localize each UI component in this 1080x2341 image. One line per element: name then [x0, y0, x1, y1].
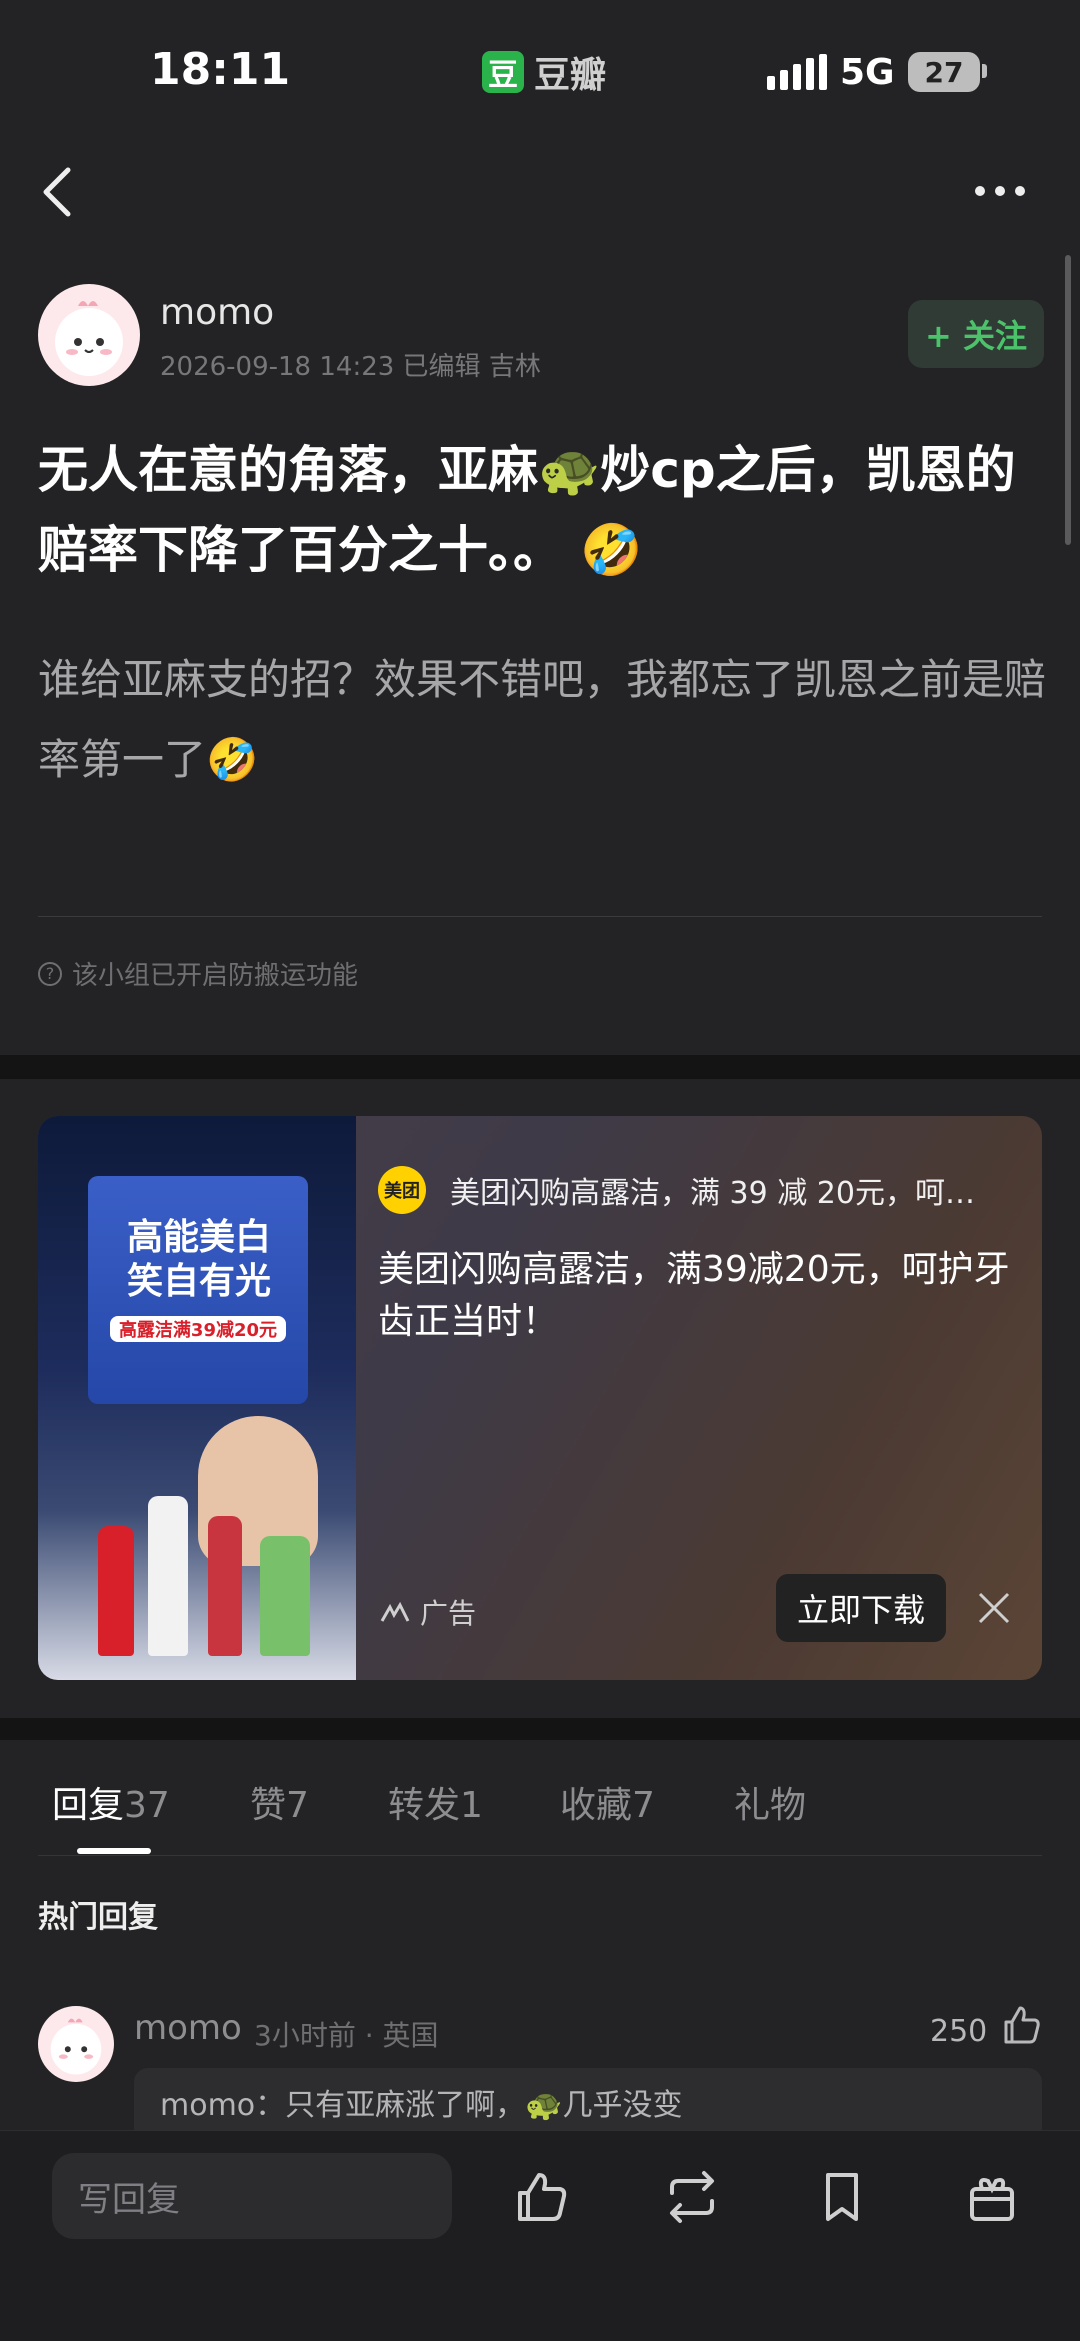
status-app-name: 豆瓣 [534, 55, 607, 96]
ad-mark-icon [380, 1601, 410, 1622]
mouthwash-bottle [260, 1536, 310, 1656]
divider [38, 916, 1042, 917]
tab-likes[interactable]: 赞7 [250, 1776, 309, 1828]
tab-label: 回复 [52, 1785, 125, 1826]
avatar-illustration [55, 301, 123, 376]
toothpaste-white [148, 1496, 188, 1656]
hot-replies-title: 热门回复 [38, 1900, 158, 1935]
section-separator [0, 1718, 1080, 1740]
tab-label: 赞 [250, 1785, 287, 1826]
reply-avatar[interactable] [38, 2006, 114, 2082]
reply-author[interactable]: momo [134, 2008, 242, 2048]
author-name[interactable]: momo [160, 292, 274, 333]
status-time: 18:11 [150, 44, 291, 95]
battery-tip [982, 64, 987, 78]
ad-poster-title: 高能美白 笑自有光 [126, 1217, 271, 1302]
ad-headline[interactable]: 美团闪购高露洁，满39减20元，呵护牙齿正当时！ [378, 1244, 1018, 1348]
tab-count: 7 [286, 1785, 309, 1826]
chevron-left-icon[interactable] [34, 162, 84, 222]
ad-card[interactable]: 高能美白 笑自有光 高露洁满39减20元 美团 美团闪购高露洁，满 39 减 2… [38, 1116, 1042, 1680]
reply-like-count: 250 [930, 2014, 988, 2049]
question-circle-icon[interactable]: ? [38, 961, 62, 986]
battery-icon: 27 [908, 52, 980, 92]
divider [38, 1855, 1042, 1856]
tab-count: 7 [632, 1785, 655, 1826]
meituan-logo-icon: 美团 [378, 1166, 426, 1214]
scrollbar[interactable] [1065, 255, 1071, 545]
repost-icon[interactable] [662, 2167, 722, 2227]
status-app-indicator: 豆 豆瓣 [482, 48, 606, 96]
reply-input[interactable]: 写回复 [52, 2153, 452, 2239]
post-detail-screen: 18:11 豆 豆瓣 5G 27 momo 2026-09-18 14:23 已… [0, 0, 1080, 2341]
tab-label: 转发 [388, 1785, 461, 1826]
avatar[interactable] [38, 284, 140, 386]
active-tab-indicator [77, 1848, 151, 1854]
bottom-action-bar: 写回复 [0, 2130, 1080, 2341]
tab-collections[interactable]: 收藏7 [560, 1776, 655, 1828]
ad-poster: 高能美白 笑自有光 高露洁满39减20元 [88, 1176, 308, 1404]
ad-label-row: 广告 [380, 1592, 476, 1632]
toothbrush-pack [208, 1516, 242, 1656]
thumbs-up-icon[interactable] [1000, 2004, 1042, 2046]
status-bar: 18:11 豆 豆瓣 5G 27 [0, 0, 1080, 140]
ad-label: 广告 [420, 1597, 477, 1630]
ad-source: 美团闪购高露洁，满 39 减 20元，呵… [450, 1176, 975, 1211]
ad-image[interactable]: 高能美白 笑自有光 高露洁满39减20元 [38, 1116, 356, 1680]
tab-count: 1 [460, 1785, 483, 1826]
signal-icon [767, 54, 827, 90]
tab-replies[interactable]: 回复37 [52, 1776, 170, 1828]
network-type: 5G [840, 52, 895, 93]
toothpaste-red [98, 1526, 134, 1656]
tab-label: 礼物 [734, 1785, 807, 1826]
download-button[interactable]: 立即下载 [776, 1574, 946, 1642]
section-separator [0, 1055, 1080, 1079]
gift-icon[interactable] [962, 2167, 1022, 2227]
douban-logo-icon: 豆 [482, 51, 524, 93]
close-icon[interactable] [974, 1588, 1014, 1628]
follow-button[interactable]: + 关注 [908, 300, 1044, 368]
post-title: 无人在意的角落，亚麻🐢炒cp之后，凯恩的赔率下降了百分之十。。 🤣 [38, 441, 1016, 579]
ad-source-row: 美团 美团闪购高露洁，满 39 减 20元，呵… [378, 1166, 1020, 1214]
anti-repost-notice: ? 该小组已开启防搬运功能 [38, 955, 358, 992]
post-meta: 2026-09-18 14:23 已编辑 吉林 [160, 352, 541, 382]
tab-reposts[interactable]: 转发1 [388, 1776, 483, 1828]
tab-gifts[interactable]: 礼物 [734, 1776, 806, 1828]
ad-poster-tag: 高露洁满39减20元 [110, 1316, 286, 1342]
post-body: 谁给亚麻支的招？效果不错吧，我都忘了凯恩之前是赔率第一了🤣 [38, 655, 1047, 784]
avatar-illustration [50, 2018, 102, 2075]
notice-text: 该小组已开启防搬运功能 [72, 961, 359, 991]
thumbs-up-icon[interactable] [512, 2167, 572, 2227]
tab-count: 37 [124, 1785, 170, 1826]
bookmark-icon[interactable] [812, 2167, 872, 2227]
tab-label: 收藏 [560, 1785, 633, 1826]
more-dots-icon[interactable] [975, 176, 1035, 206]
reply-meta: 3小时前 · 英国 [254, 2019, 439, 2052]
